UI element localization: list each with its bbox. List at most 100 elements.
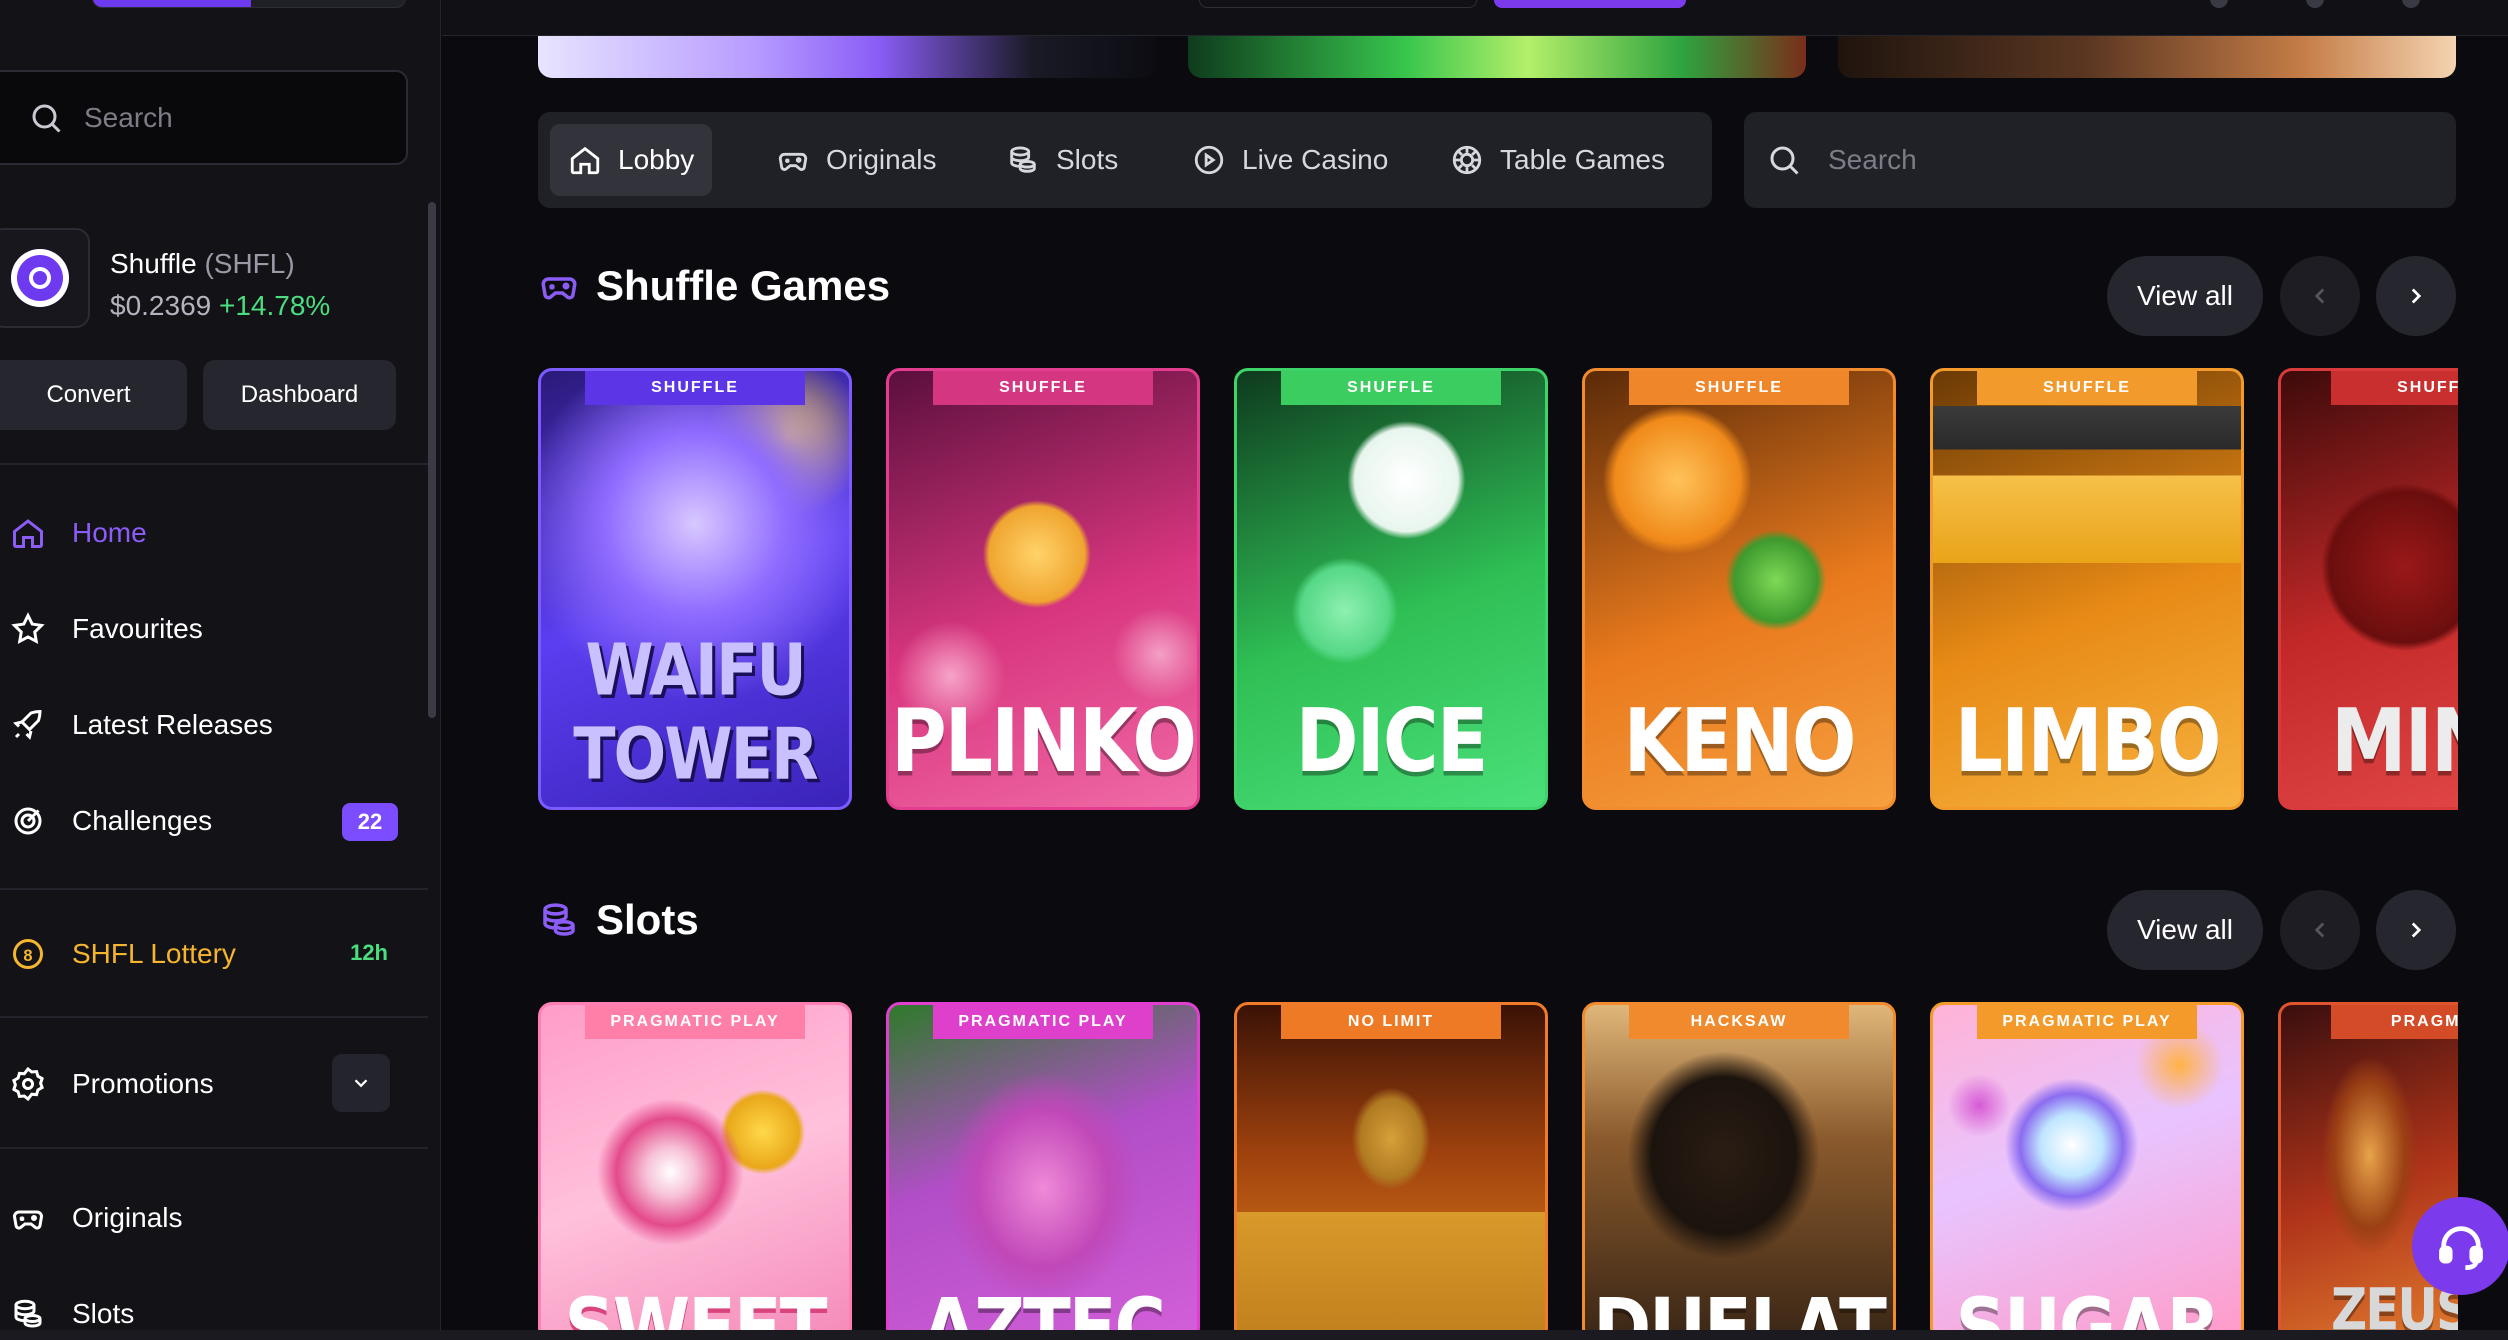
header-icon[interactable] [2402,0,2420,8]
sidebar-scrollbar[interactable] [428,202,436,718]
tab-live-casino[interactable]: Live Casino [1174,124,1406,196]
token-price: $0.2369 +14.78% [110,290,331,321]
support-chat-button[interactable] [2412,1197,2508,1295]
game-card-plinko[interactable]: SHUFFLE PLINKO [886,368,1200,810]
provider-tag: HACKSAW [1629,1005,1849,1039]
slot-card-sugar-rush[interactable]: PRAGMATIC PLAY SUGAR [1930,1002,2244,1340]
provider-tag: PRAGMATI [2331,1005,2458,1039]
gear-badge-icon [12,1066,44,1102]
sidebar-search-input[interactable]: Search [0,70,408,165]
header-icon[interactable] [2210,0,2228,8]
game-title: PLINKO [890,689,1197,792]
chevron-down-icon [354,1079,368,1088]
challenges-count-badge: 22 [342,803,398,841]
provider-tag: SHUFFLE [1629,371,1849,405]
sidebar-item-originals[interactable]: Originals [10,1188,410,1248]
home-icon [13,519,43,548]
sidebar-item-shfl-lottery[interactable]: 8 SHFL Lottery 12h [10,924,410,984]
chevron-left-icon [2314,288,2325,304]
headset-icon [2439,1226,2483,1271]
game-card-limbo[interactable]: SHUFFLE LIMBO [1930,368,2244,810]
game-card-dice[interactable]: SHUFFLE DICE [1234,368,1548,810]
slot-card-sweet[interactable]: PRAGMATIC PLAY SWEET [538,1002,852,1340]
header-icon[interactable] [2306,0,2324,8]
divider [0,463,428,465]
game-card-keno[interactable]: SHUFFLE KENO [1582,368,1896,810]
window-bottom-edge [0,1330,2508,1340]
search-icon [1770,146,1799,175]
slot-card-zeus[interactable]: PRAGMATI ZEUS [2278,1002,2458,1340]
provider-tag: SHUFFLE [2331,371,2458,405]
game-title: WAIFU TOWER [573,628,818,796]
slots-prev-button[interactable] [2280,890,2360,970]
game-card-mines[interactable]: SHUFFLE MIN [2278,368,2458,810]
shuffle-games-view-all-button[interactable]: View all [2107,256,2263,336]
chevron-right-icon [2411,922,2422,938]
games-search-placeholder: Search [1828,144,1917,175]
sidebar-item-promotions[interactable]: Promotions [10,1054,410,1114]
provider-tag: SHUFFLE [585,371,805,405]
game-title: MIN [2331,689,2458,792]
divider [0,1016,428,1018]
sidebar: Search Shuffle (SHFL) $0.2369 +14.78% Co… [0,0,441,1340]
slots-next-button[interactable] [2376,890,2456,970]
game-card-waifu-tower[interactable]: SHUFFLE WAIFU TOWER [538,368,852,810]
slot-card-no-limit[interactable]: NO LIMIT [1234,1002,1548,1340]
shfl-token-logo [0,228,90,328]
shuffle-games-prev-button[interactable] [2280,256,2360,336]
token-name: Shuffle (SHFL) [110,248,295,279]
chevron-right-icon [2411,288,2422,304]
chevron-left-icon [2314,922,2325,938]
sidebar-item-challenges[interactable]: Challenges 22 [10,791,410,851]
tab-slots[interactable]: Slots [988,124,1136,196]
tab-lobby[interactable]: Lobby [550,124,713,196]
dashboard-button[interactable]: Dashboard [203,360,396,430]
play-circle-icon [1194,145,1224,175]
slot-card-aztec[interactable]: PRAGMATIC PLAY AZTEC [886,1002,1200,1340]
provider-tag: SHUFFLE [1281,371,1501,405]
tab-table-games[interactable]: Table Games [1432,124,1683,196]
provider-tag: SHUFFLE [1977,371,2197,405]
provider-tag: PRAGMATIC PLAY [585,1005,805,1039]
gamepad-icon [12,1210,44,1230]
coins-icon [1010,146,1036,173]
promo-banner[interactable] [538,36,1156,78]
search-icon [32,104,61,133]
provider-tag: PRAGMATIC PLAY [933,1005,1153,1039]
category-tabs: Lobby Originals Slots Live Casino Table … [538,112,1712,208]
coins-icon [14,1299,42,1328]
sidebar-item-home[interactable]: Home [10,503,410,563]
provider-tag: SHUFFLE [933,371,1153,405]
promo-banner[interactable] [1188,36,1806,78]
sidebar-item-latest-releases[interactable]: Latest Releases [10,695,410,755]
lottery-timer: 12h [350,940,388,965]
token-change: +14.78% [219,290,331,321]
divider [0,1147,428,1149]
star-icon [11,612,45,645]
convert-button[interactable]: Convert [0,360,187,430]
section-title-slots: Slots [538,896,699,944]
sidebar-item-favourites[interactable]: Favourites [10,599,410,659]
rocket-icon [13,709,42,740]
games-search-input[interactable]: Search [1744,112,2456,208]
home-icon [570,146,600,175]
section-title-shuffle-games: Shuffle Games [538,262,890,310]
target-icon [14,807,42,835]
coins-icon [543,903,575,936]
slots-view-all-button[interactable]: View all [2107,890,2263,970]
top-header [442,0,2508,36]
promo-banner[interactable] [1838,36,2456,78]
game-title: LIMBO [1954,689,2222,792]
tab-originals[interactable]: Originals [758,124,954,196]
deposit-button[interactable] [1494,0,1686,8]
divider [0,888,428,890]
shuffle-games-next-button[interactable] [2376,256,2456,336]
promotions-expand-button[interactable] [332,1054,390,1112]
gamepad-icon [778,152,808,171]
game-title: DICE [1295,689,1488,792]
provider-tag: NO LIMIT [1281,1005,1501,1039]
sidebar-search-placeholder: Search [84,101,173,133]
slot-card-duel-at-dawn[interactable]: HACKSAW DUELAT [1582,1002,1896,1340]
wallet-balance[interactable] [1199,0,1477,8]
sidebar-toggle[interactable] [92,0,406,8]
